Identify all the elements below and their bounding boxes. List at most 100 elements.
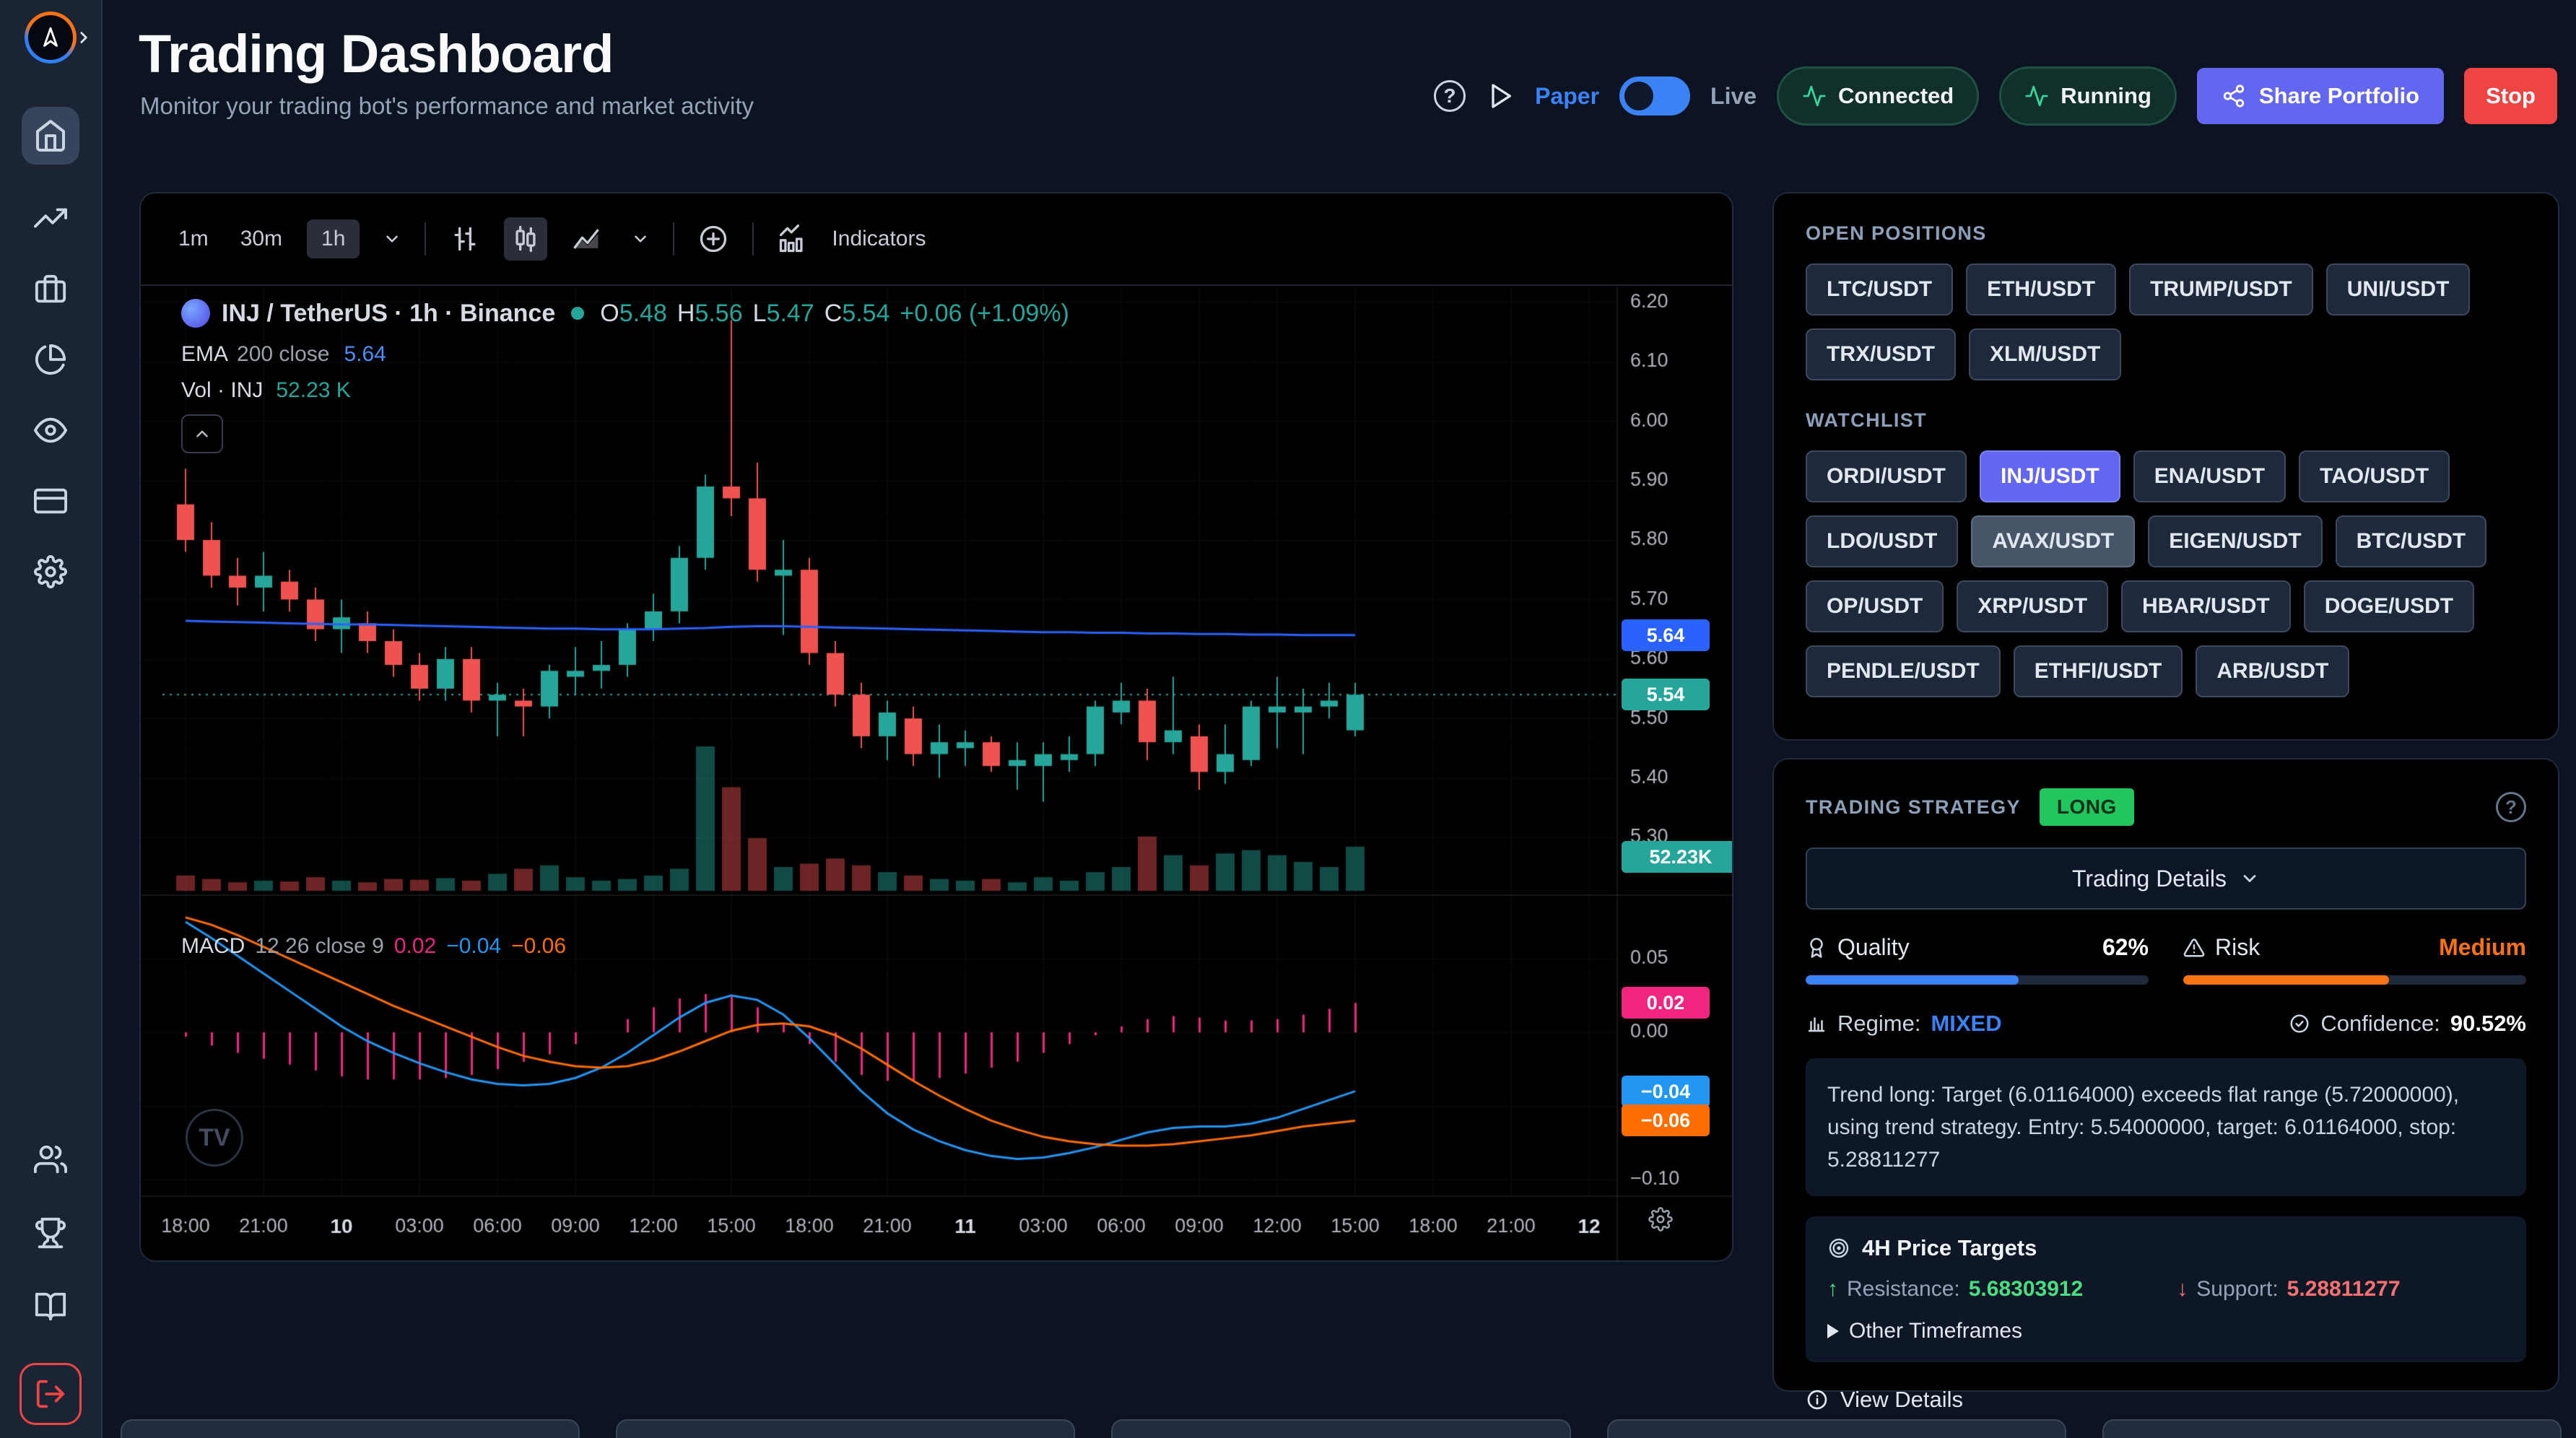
bot-status-badge: Running [1999,66,2177,126]
share-portfolio-button[interactable]: Share Portfolio [2197,68,2444,124]
watchlist-chip[interactable]: LDO/USDT [1806,515,1958,567]
arrow-up-icon: ↑ [1827,1277,1838,1302]
timeframe-1h-button[interactable]: 1h [307,219,360,258]
users-icon [34,1143,67,1176]
trending-up-icon [34,201,67,235]
watchlist-chip[interactable]: ARB/USDT [2196,645,2349,697]
symbol-title: INJ / TetherUS · 1h · Binance [222,300,555,328]
sidebar-item-leaderboard[interactable] [33,1216,68,1250]
sidebar-item-payments[interactable] [33,484,68,518]
check-circle-icon [2289,1013,2310,1034]
view-details-link[interactable]: View Details [1806,1387,2526,1413]
stat-card[interactable] [1607,1419,2066,1438]
watchlist-chip[interactable]: ORDI/USDT [1806,450,1967,502]
bars-chart-type-icon[interactable] [443,217,487,261]
strategy-help-icon[interactable]: ? [2496,792,2526,822]
trading-strategy-title: TRADING STRATEGY [1806,796,2021,819]
position-chip[interactable]: TRUMP/USDT [2129,263,2313,315]
stat-card[interactable] [1111,1419,1570,1438]
confidence-group: Confidence: 90.52% [2289,1011,2526,1037]
quality-progress-fill [1806,975,2019,985]
app-logo[interactable] [25,12,77,64]
resistance-value: 5.68303912 [1969,1277,2084,1302]
watchlist-chips: ORDI/USDTINJ/USDTENA/USDTTAO/USDT LDO/USD… [1806,450,2526,697]
watchlist-chip[interactable]: XRP/USDT [1957,580,2108,632]
watchlist-chip[interactable]: PENDLE/USDT [1806,645,2001,697]
sidebar-item-watch[interactable] [33,413,68,448]
timeframe-1m-button[interactable]: 1m [171,219,216,258]
volume-name: Vol · INJ [181,378,263,403]
position-chip[interactable]: ETH/USDT [1966,263,2116,315]
area-chart-type-icon[interactable] [565,217,608,261]
watchlist-chip[interactable]: HBAR/USDT [2121,580,2291,632]
stop-button[interactable]: Stop [2464,68,2557,124]
stat-card[interactable] [121,1419,580,1438]
paper-live-toggle[interactable] [1619,77,1690,116]
change-value: +0.06 (+1.09%) [900,300,1069,328]
play-icon[interactable] [1486,82,1515,110]
activity-icon [1802,84,1827,108]
watchlist-chip[interactable]: EIGEN/USDT [2148,515,2322,567]
bar-chart-icon [1806,1013,1827,1034]
chevron-up-icon [193,424,212,443]
volume-legend[interactable]: Vol · INJ 52.23 K [181,378,351,403]
stat-card[interactable] [2102,1419,2562,1438]
watchlist-chip[interactable]: AVAX/USDT [1971,515,2135,567]
time-axis-settings-gear-icon[interactable] [1648,1207,1673,1235]
watchlist-chip[interactable]: TAO/USDT [2299,450,2450,502]
watchlist-chip[interactable]: DOGE/USDT [2304,580,2474,632]
indicators-label[interactable]: Indicators [832,227,926,251]
timeframe-dropdown-chevron-icon[interactable] [377,224,407,254]
risk-metric: Risk Medium [2183,934,2526,985]
confidence-value: 90.52% [2450,1011,2526,1037]
risk-value: Medium [2439,934,2526,961]
sidebar-item-community[interactable] [33,1142,68,1177]
position-chip[interactable]: TRX/USDT [1806,328,1956,380]
sidebar-expand-button[interactable] [71,25,97,51]
sidebar-item-docs[interactable] [33,1289,68,1324]
watchlist-chip[interactable]: BTC/USDT [2336,515,2487,567]
watchlist-chip[interactable]: ETHFI/USDT [2014,645,2183,697]
trading-details-button[interactable]: Trading Details [1806,847,2526,910]
symbol-legend[interactable]: INJ / TetherUS · 1h · Binance O5.48 H5.5… [181,299,1069,328]
sidebar-item-logout[interactable] [19,1363,82,1425]
position-chip[interactable]: LTC/USDT [1806,263,1953,315]
sidebar-item-performance[interactable] [33,201,68,235]
ema-params: 200 close [237,342,329,367]
sidebar-item-home[interactable] [22,107,79,165]
confidence-label: Confidence: [2320,1011,2440,1037]
bottom-cards-row [121,1419,2562,1438]
strategy-header: TRADING STRATEGY LONG ? [1806,788,2526,826]
chart-type-dropdown-chevron-icon[interactable] [625,224,656,254]
quality-metric: Quality 62% [1806,934,2149,985]
live-mode-label: Live [1710,83,1757,110]
watchlist-chip[interactable]: OP/USDT [1806,580,1944,632]
ema-legend[interactable]: EMA 200 close 5.64 [181,342,386,367]
sidebar-item-settings[interactable] [33,554,68,589]
open-label: O [600,300,619,327]
view-details-label: View Details [1840,1387,1963,1413]
stat-card[interactable] [616,1419,1075,1438]
tradingview-logo[interactable]: TV [186,1109,243,1167]
indicators-icon[interactable] [771,217,814,261]
sidebar-item-portfolio[interactable] [33,271,68,306]
low-value: 5.47 [767,300,814,327]
watchlist-chip[interactable]: ENA/USDT [2133,450,2286,502]
page-title: Trading Dashboard [139,23,613,84]
watchlist-chip[interactable]: INJ/USDT [1980,450,2120,502]
legend-collapse-button[interactable] [181,414,223,453]
other-timeframes-toggle[interactable]: Other Timeframes [1827,1319,2505,1343]
position-chip[interactable]: UNI/USDT [2326,263,2471,315]
timeframe-30m-button[interactable]: 30m [233,219,290,258]
open-positions-title: OPEN POSITIONS [1806,222,1987,244]
sidebar-item-allocation[interactable] [33,342,68,377]
macd-legend[interactable]: MACD 12 26 close 9 0.02 −0.04 −0.06 [181,934,566,959]
high-value: 5.56 [695,300,742,327]
help-icon[interactable]: ? [1434,80,1466,112]
eye-icon [34,414,67,447]
toolbar-divider [752,222,754,256]
compare-add-icon[interactable] [692,217,735,261]
candles-chart-type-icon[interactable] [504,217,547,261]
position-chip[interactable]: XLM/USDT [1969,328,2121,380]
sidebar-nav-bottom [19,1142,82,1425]
